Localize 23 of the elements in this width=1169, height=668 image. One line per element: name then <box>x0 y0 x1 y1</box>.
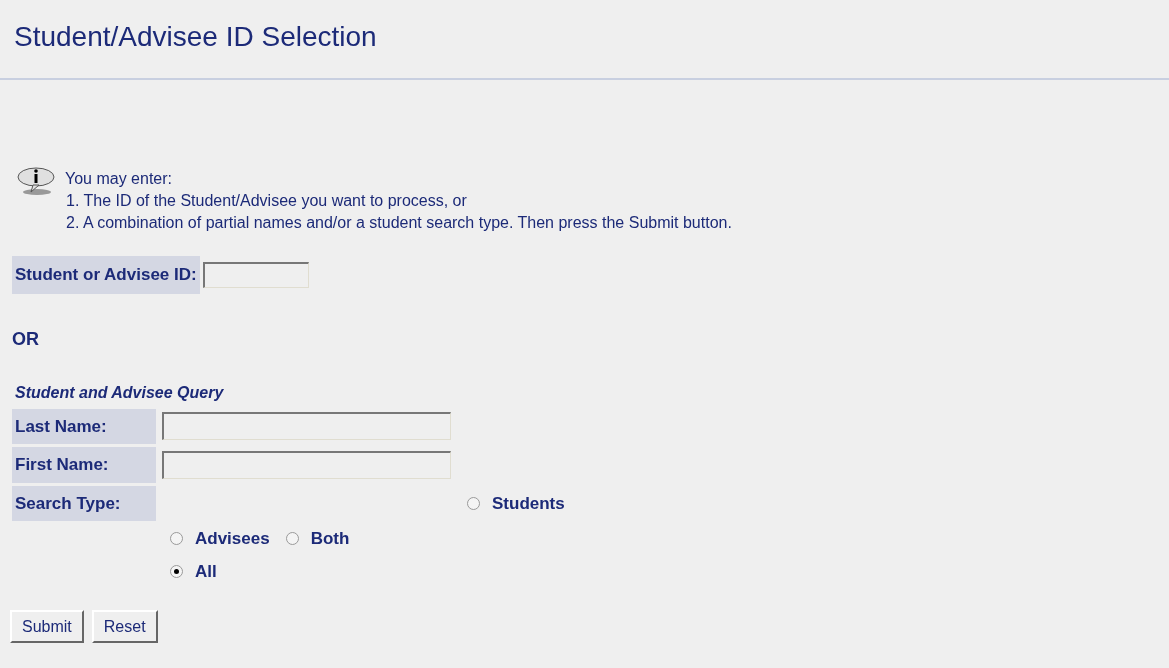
field-label: Student or Advisee ID: <box>12 256 200 294</box>
name-input-field[interactable] <box>162 412 451 441</box>
id-input-field[interactable] <box>202 261 309 288</box>
radio-button[interactable] <box>467 496 480 510</box>
field-label: First Name: <box>12 447 156 483</box>
radio-label: Advisees <box>195 528 270 550</box>
radio-label: Students <box>492 492 565 515</box>
field-label: Search Type: <box>12 485 156 521</box>
page-title: Student/Advisee ID Selection <box>14 20 378 54</box>
info-step: 2. A combination of partial names and/or a student search type. Then press the Submit button. <box>65 212 732 234</box>
radio-label: All <box>195 560 217 583</box>
radio-button[interactable] <box>170 532 183 546</box>
query-heading: Student and Advisee Query <box>14 382 225 403</box>
form-button[interactable]: Reset <box>91 610 158 643</box>
info-text: You may enter: <box>65 169 174 189</box>
name-input-field[interactable] <box>162 450 451 479</box>
info-step: 1. The ID of the Student/Advisee you want to process, or <box>65 190 732 212</box>
form-button[interactable]: Submit <box>10 610 84 643</box>
radio-button[interactable] <box>170 564 183 578</box>
field-label: Last Name: <box>12 408 156 444</box>
radio-button[interactable] <box>285 532 299 546</box>
radio-label: Both <box>310 528 350 550</box>
or-label: OR <box>11 327 40 351</box>
